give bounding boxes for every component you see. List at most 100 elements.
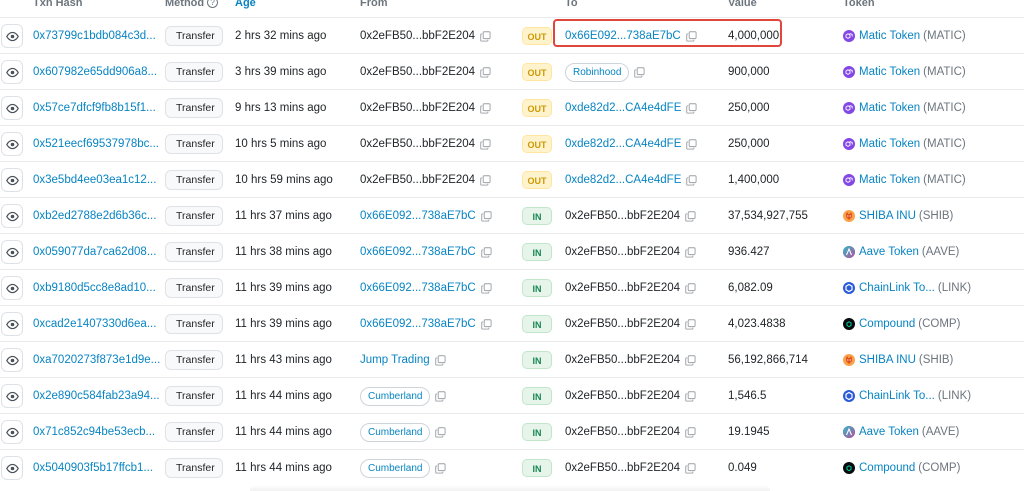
token-cell[interactable]: ChainLink To... (LINK): [843, 378, 971, 414]
token-name[interactable]: Aave Token: [859, 246, 919, 258]
to-address[interactable]: 0x2eFB50...bbF2E204: [565, 354, 680, 366]
copy-icon[interactable]: [476, 318, 492, 330]
token-cell[interactable]: Aave Token (AAVE): [843, 414, 959, 450]
from-label-pill[interactable]: Cumberland: [360, 386, 431, 406]
copy-icon[interactable]: [475, 174, 491, 186]
token-cell[interactable]: Matic Token (MATIC): [843, 54, 966, 90]
from-address[interactable]: Jump Trading: [360, 354, 430, 366]
from-address[interactable]: 0x2eFB50...bbF2E204: [360, 138, 475, 150]
token-name[interactable]: SHIBA INU: [859, 354, 916, 366]
to-address[interactable]: 0xde82d2...CA4e4dFE: [565, 102, 681, 114]
from-address[interactable]: 0x2eFB50...bbF2E204: [360, 102, 475, 114]
view-details-button[interactable]: [1, 384, 23, 408]
token-name[interactable]: SHIBA INU: [859, 210, 916, 222]
from-address[interactable]: 0x66E092...738aE7bC: [360, 318, 476, 330]
txn-hash-link[interactable]: 0xa7020273f873e1d9e...: [33, 354, 160, 366]
token-cell[interactable]: Compound (COMP): [843, 306, 960, 342]
token-cell[interactable]: SHIBA INU (SHIB): [843, 342, 953, 378]
view-details-button[interactable]: [1, 96, 23, 120]
copy-icon[interactable]: [475, 30, 491, 42]
copy-icon[interactable]: [430, 354, 446, 366]
view-details-button[interactable]: [1, 204, 23, 228]
copy-icon[interactable]: [430, 462, 447, 474]
txn-hash-link[interactable]: 0x3e5bd4ee03ea1c12...: [33, 174, 156, 186]
to-address[interactable]: 0x2eFB50...bbF2E204: [565, 462, 680, 474]
copy-icon[interactable]: [681, 174, 697, 186]
txn-hash-link[interactable]: 0xcad2e1407330d6ea...: [33, 318, 156, 330]
view-details-button[interactable]: [1, 420, 23, 444]
copy-icon[interactable]: [629, 66, 645, 78]
copy-icon[interactable]: [476, 246, 492, 258]
txn-hash-link[interactable]: 0xb2ed2788e2d6b36c...: [33, 210, 156, 222]
to-address[interactable]: 0xde82d2...CA4e4dFE: [565, 174, 681, 186]
txn-hash-link[interactable]: 0x5040903f5b17ffcb1...: [33, 462, 153, 474]
from-address[interactable]: 0x66E092...738aE7bC: [360, 246, 476, 258]
txn-hash-link[interactable]: 0x2e890c584fab23a94...: [33, 390, 160, 402]
header-age[interactable]: Age: [235, 0, 256, 9]
help-icon[interactable]: ?: [207, 0, 219, 8]
to-address[interactable]: 0x2eFB50...bbF2E204: [565, 390, 680, 402]
copy-icon[interactable]: [680, 462, 696, 474]
txn-hash-link[interactable]: 0x521eecf69537978bc...: [33, 138, 159, 150]
token-cell[interactable]: ChainLink To... (LINK): [843, 270, 971, 306]
from-address[interactable]: 0x2eFB50...bbF2E204: [360, 66, 475, 78]
token-cell[interactable]: Aave Token (AAVE): [843, 234, 959, 270]
token-cell[interactable]: Matic Token (MATIC): [843, 162, 966, 198]
copy-icon[interactable]: [681, 30, 697, 42]
from-address[interactable]: 0x2eFB50...bbF2E204: [360, 30, 475, 42]
from-address[interactable]: 0x66E092...738aE7bC: [360, 210, 476, 222]
token-name[interactable]: Compound: [859, 462, 915, 474]
token-cell[interactable]: SHIBA INU (SHIB): [843, 198, 953, 234]
to-address[interactable]: 0x2eFB50...bbF2E204: [565, 282, 680, 294]
copy-icon[interactable]: [681, 138, 697, 150]
txn-hash-link[interactable]: 0x73799c1bdb084c3d...: [33, 30, 156, 42]
token-name[interactable]: ChainLink To...: [859, 390, 935, 402]
txn-hash-link[interactable]: 0xb9180d5cc8e8ad10...: [33, 282, 156, 294]
token-name[interactable]: Matic Token: [859, 174, 920, 186]
view-details-button[interactable]: [1, 240, 23, 264]
copy-icon[interactable]: [680, 282, 696, 294]
view-details-button[interactable]: [1, 348, 23, 372]
token-name[interactable]: Aave Token: [859, 426, 919, 438]
token-name[interactable]: Compound: [859, 318, 915, 330]
view-details-button[interactable]: [1, 132, 23, 156]
copy-icon[interactable]: [475, 66, 491, 78]
to-address[interactable]: 0x66E092...738aE7bC: [565, 30, 681, 42]
copy-icon[interactable]: [475, 138, 491, 150]
copy-icon[interactable]: [475, 102, 491, 114]
token-cell[interactable]: Compound (COMP): [843, 450, 960, 486]
token-name[interactable]: Matic Token: [859, 66, 920, 78]
to-label-pill[interactable]: Robinhood: [565, 62, 630, 82]
txn-hash-link[interactable]: 0x57ce7dfcf9fb8b15f1...: [33, 102, 156, 114]
copy-icon[interactable]: [681, 102, 697, 114]
token-cell[interactable]: Matic Token (MATIC): [843, 18, 966, 54]
to-address[interactable]: 0xde82d2...CA4e4dFE: [565, 138, 681, 150]
token-name[interactable]: Matic Token: [859, 30, 920, 42]
copy-icon[interactable]: [476, 282, 492, 294]
view-details-button[interactable]: [1, 312, 23, 336]
copy-icon[interactable]: [680, 426, 696, 438]
copy-icon[interactable]: [680, 246, 696, 258]
txn-hash-link[interactable]: 0x71c852c94be53ecb...: [33, 426, 155, 438]
copy-icon[interactable]: [680, 390, 696, 402]
to-address[interactable]: 0x2eFB50...bbF2E204: [565, 246, 680, 258]
view-details-button[interactable]: [1, 276, 23, 300]
to-address[interactable]: 0x2eFB50...bbF2E204: [565, 318, 680, 330]
copy-icon[interactable]: [430, 426, 447, 438]
token-cell[interactable]: Matic Token (MATIC): [843, 126, 966, 162]
copy-icon[interactable]: [680, 318, 696, 330]
view-details-button[interactable]: [1, 24, 23, 48]
from-label-pill[interactable]: Cumberland: [360, 422, 431, 442]
copy-icon[interactable]: [476, 210, 492, 222]
copy-icon[interactable]: [680, 210, 696, 222]
view-details-button[interactable]: [1, 456, 23, 480]
to-address[interactable]: 0x2eFB50...bbF2E204: [565, 210, 680, 222]
txn-hash-link[interactable]: 0x607982e65dd906a8...: [33, 66, 157, 78]
from-address[interactable]: 0x66E092...738aE7bC: [360, 282, 476, 294]
from-label-pill[interactable]: Cumberland: [360, 458, 431, 478]
token-name[interactable]: Matic Token: [859, 102, 920, 114]
view-details-button[interactable]: [1, 168, 23, 192]
to-address[interactable]: 0x2eFB50...bbF2E204: [565, 426, 680, 438]
from-address[interactable]: 0x2eFB50...bbF2E204: [360, 174, 475, 186]
txn-hash-link[interactable]: 0x059077da7ca62d08...: [33, 246, 156, 258]
